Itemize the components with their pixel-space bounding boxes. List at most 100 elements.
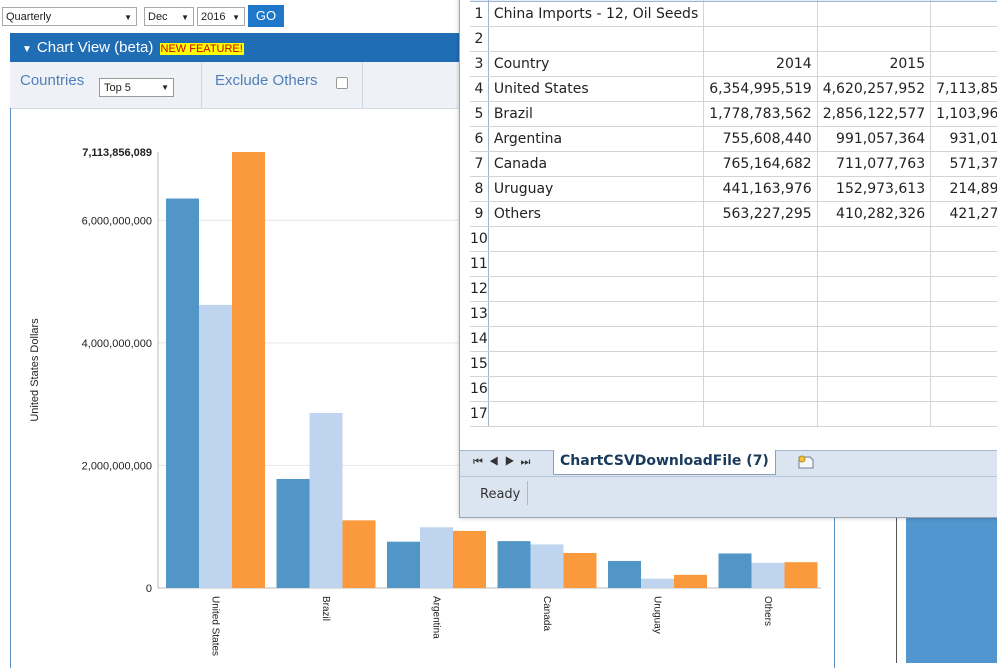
cell[interactable]	[488, 26, 705, 52]
go-button[interactable]: GO	[248, 5, 284, 27]
cell[interactable]: 214,896,524	[930, 176, 997, 202]
cell[interactable]	[930, 301, 997, 327]
cell[interactable]	[930, 26, 997, 52]
row-header[interactable]: 7	[470, 151, 489, 177]
cell[interactable]	[488, 251, 705, 277]
cell[interactable]	[817, 401, 932, 427]
cell[interactable]: 410,282,326	[817, 201, 932, 227]
cell[interactable]	[703, 276, 818, 302]
row-header[interactable]: 3	[470, 51, 489, 77]
cell[interactable]: Uruguay	[488, 176, 705, 202]
cell[interactable]: 2015	[817, 51, 932, 77]
cell[interactable]	[488, 276, 705, 302]
cell[interactable]	[930, 276, 997, 302]
row-header[interactable]: 6	[470, 126, 489, 152]
cell[interactable]: Canada	[488, 151, 705, 177]
row-header[interactable]: 11	[470, 251, 489, 277]
insert-sheet-icon[interactable]	[797, 455, 815, 470]
cell[interactable]	[488, 226, 705, 252]
cell[interactable]: 1,778,783,562	[703, 101, 818, 127]
cell[interactable]	[930, 226, 997, 252]
cell[interactable]: Brazil	[488, 101, 705, 127]
cell[interactable]	[488, 376, 705, 402]
cell[interactable]: China Imports - 12, Oil Seeds	[488, 1, 705, 27]
cell[interactable]	[817, 276, 932, 302]
cell[interactable]: 755,608,440	[703, 126, 818, 152]
chart-view-header[interactable]: ▼ Chart View (beta) NEW FEATURE!	[10, 33, 460, 62]
cell[interactable]: 7,113,856,089	[930, 76, 997, 102]
cell[interactable]	[703, 376, 818, 402]
countries-select[interactable]: Top 5 ▼	[99, 78, 174, 97]
cell[interactable]: 765,164,682	[703, 151, 818, 177]
cell[interactable]	[817, 326, 932, 352]
cell[interactable]: 563,227,295	[703, 201, 818, 227]
row-header[interactable]: 14	[470, 326, 489, 352]
cell[interactable]	[817, 301, 932, 327]
cell[interactable]: Argentina	[488, 126, 705, 152]
sheet-nav-arrows[interactable]: ⏮◀▶⏭	[473, 456, 536, 469]
cell[interactable]: 2014	[703, 51, 818, 77]
period-select[interactable]: Quarterly ▼	[2, 7, 137, 26]
row-header[interactable]: 5	[470, 101, 489, 127]
cell[interactable]: 6,354,995,519	[703, 76, 818, 102]
cell[interactable]: 931,010,144	[930, 126, 997, 152]
cell[interactable]: 421,276,194	[930, 201, 997, 227]
cell[interactable]	[930, 251, 997, 277]
cell[interactable]	[488, 301, 705, 327]
cell[interactable]: 152,973,613	[817, 176, 932, 202]
cell[interactable]	[703, 326, 818, 352]
row-header[interactable]: 16	[470, 376, 489, 402]
cell[interactable]	[488, 351, 705, 377]
cell[interactable]	[930, 326, 997, 352]
cell[interactable]: 1,103,965,803	[930, 101, 997, 127]
sheet-tab[interactable]: ChartCSVDownloadFile (7)	[553, 450, 776, 475]
row-header[interactable]: 4	[470, 76, 489, 102]
cell[interactable]	[817, 1, 932, 27]
cell[interactable]	[930, 376, 997, 402]
cell[interactable]	[703, 401, 818, 427]
cell[interactable]: 2,856,122,577	[817, 101, 932, 127]
cell[interactable]	[488, 401, 705, 427]
row-header[interactable]: 15	[470, 351, 489, 377]
bar	[453, 530, 486, 588]
cell[interactable]	[930, 1, 997, 27]
year-select[interactable]: 2016 ▼	[197, 7, 245, 26]
cell[interactable]	[703, 26, 818, 52]
month-select[interactable]: Dec ▼	[144, 7, 194, 26]
row-header[interactable]: 8	[470, 176, 489, 202]
cell[interactable]	[930, 351, 997, 377]
cell[interactable]	[703, 226, 818, 252]
cell[interactable]: 711,077,763	[817, 151, 932, 177]
row-header[interactable]: 1	[470, 1, 489, 27]
cell[interactable]: 2016	[930, 51, 997, 77]
bar	[199, 304, 232, 588]
cell[interactable]: 571,371,966	[930, 151, 997, 177]
cell[interactable]	[817, 226, 932, 252]
cell[interactable]: United States	[488, 76, 705, 102]
row-header[interactable]: 9	[470, 201, 489, 227]
cell[interactable]	[817, 251, 932, 277]
row-header[interactable]: 10	[470, 226, 489, 252]
cell[interactable]	[703, 1, 818, 27]
cell[interactable]	[703, 251, 818, 277]
table-row: 9Others563,227,295410,282,326421,276,194	[470, 201, 997, 227]
cell[interactable]: Others	[488, 201, 705, 227]
row-header[interactable]: 12	[470, 276, 489, 302]
row-header[interactable]: 17	[470, 401, 489, 427]
cell[interactable]	[703, 301, 818, 327]
bar	[166, 198, 199, 588]
table-row: 15	[470, 351, 997, 377]
row-header[interactable]: 13	[470, 301, 489, 327]
cell[interactable]	[930, 401, 997, 427]
row-header[interactable]: 2	[470, 26, 489, 52]
cell[interactable]	[488, 326, 705, 352]
cell[interactable]: 441,163,976	[703, 176, 818, 202]
cell[interactable]	[817, 376, 932, 402]
cell[interactable]	[817, 26, 932, 52]
cell[interactable]: Country	[488, 51, 705, 77]
cell[interactable]	[817, 351, 932, 377]
cell[interactable]	[703, 351, 818, 377]
cell[interactable]: 991,057,364	[817, 126, 932, 152]
cell[interactable]: 4,620,257,952	[817, 76, 932, 102]
exclude-others-checkbox[interactable]	[336, 77, 348, 89]
